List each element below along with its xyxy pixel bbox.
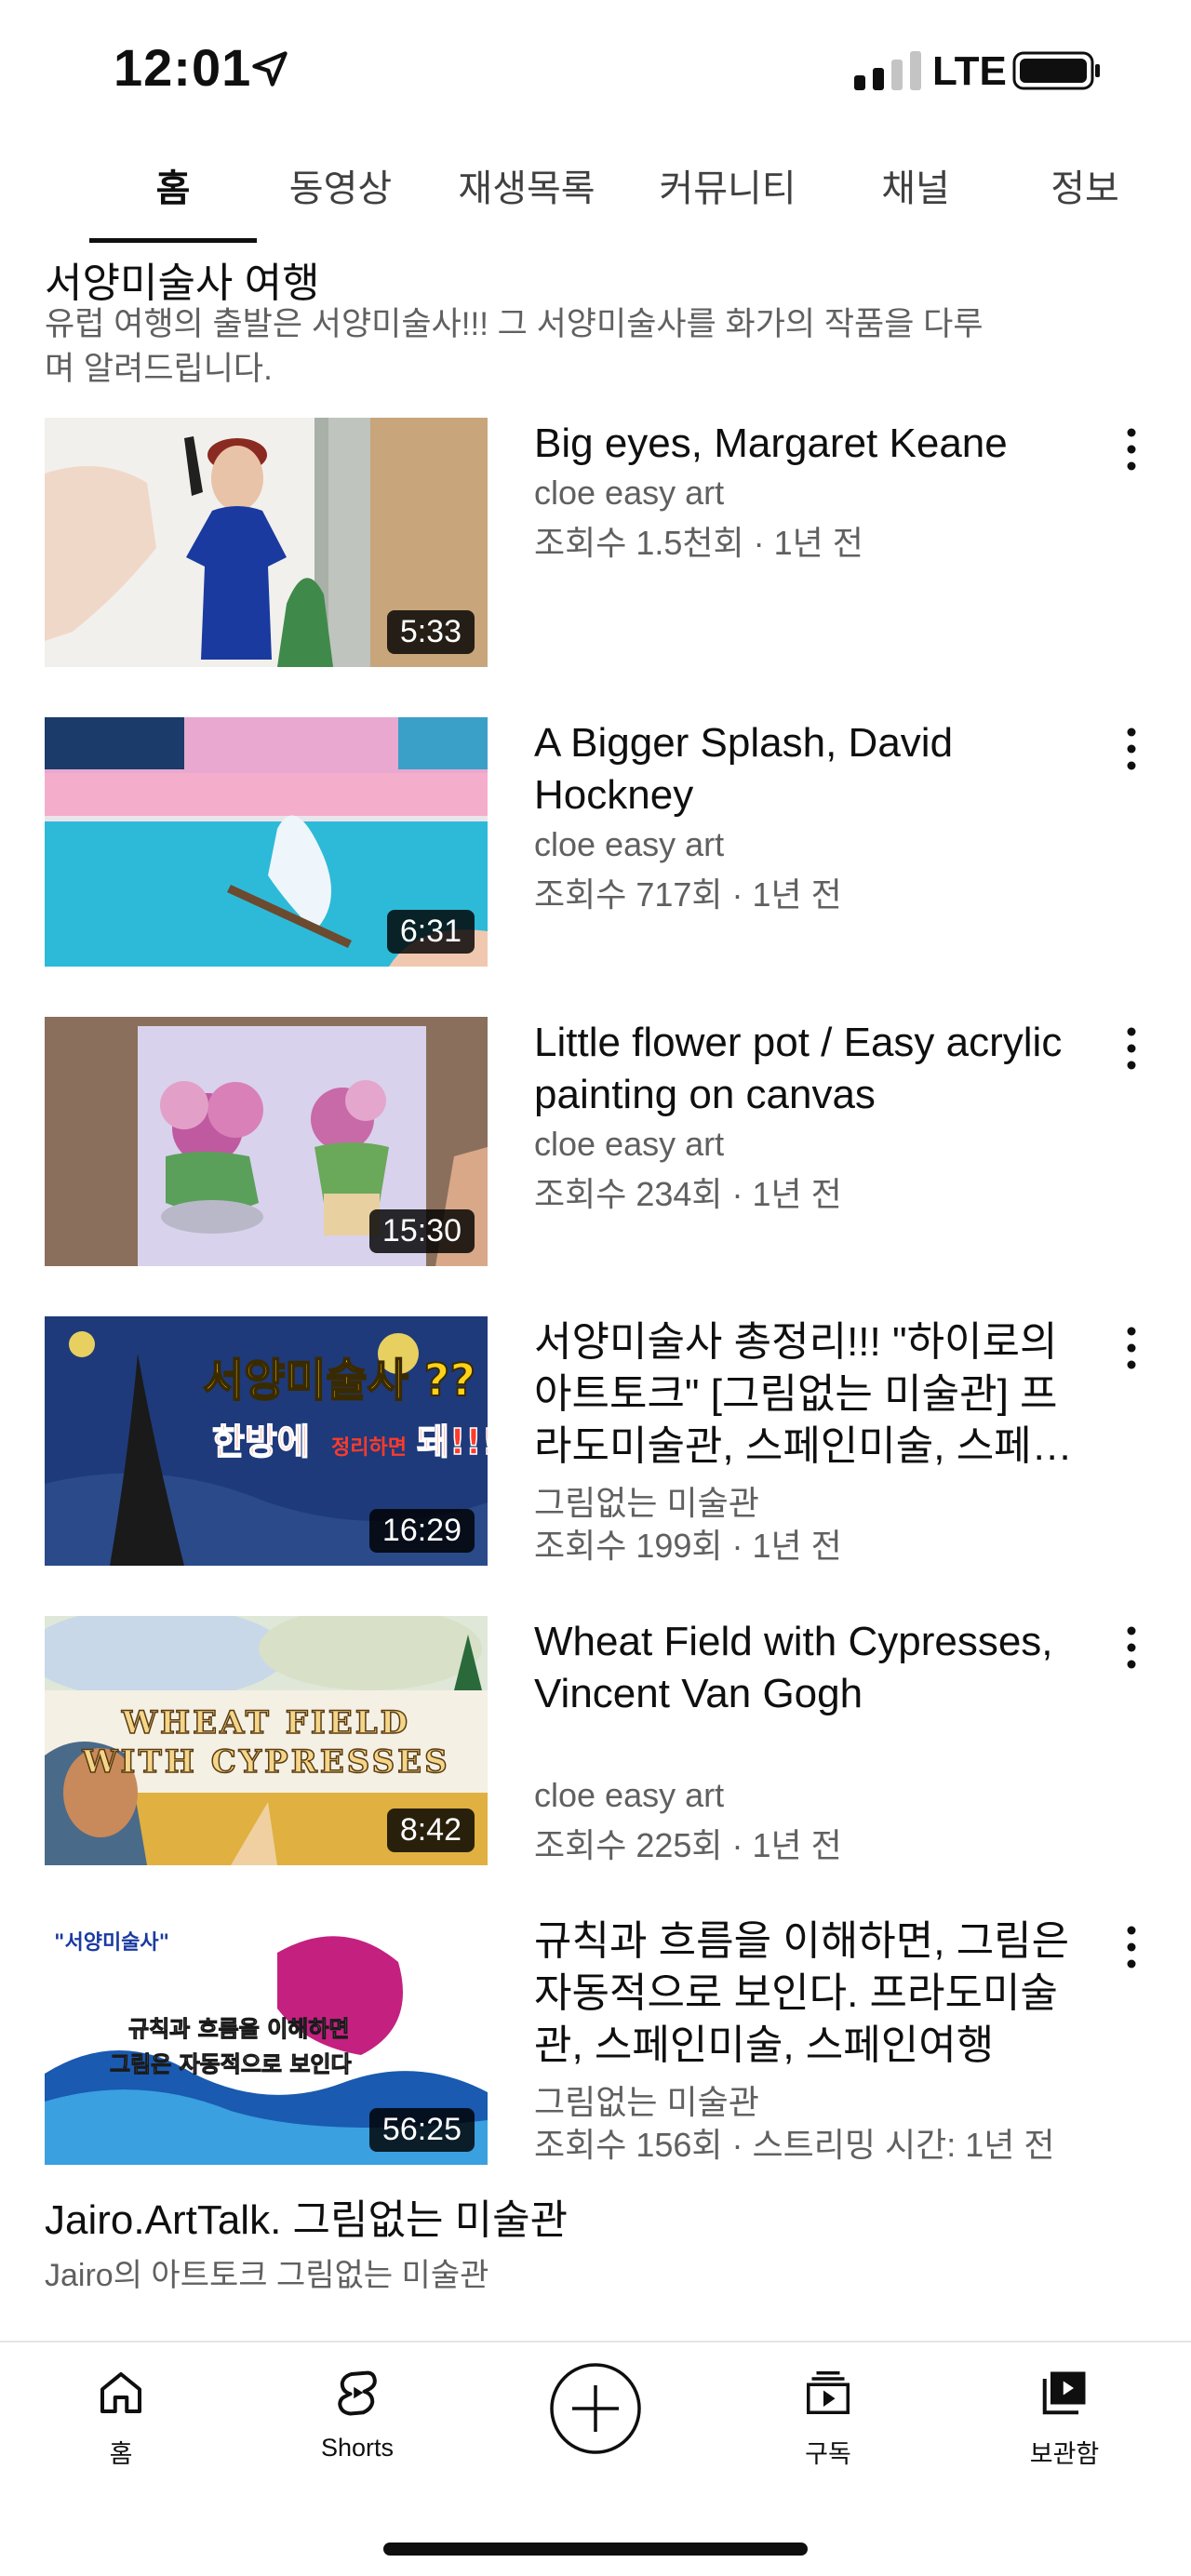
section-title[interactable]: 서양미술사 여행 — [45, 249, 320, 309]
video-channel: cloe easy art — [534, 474, 725, 512]
video-channel: cloe easy art — [534, 1125, 725, 1163]
active-tab-indicator — [89, 238, 257, 243]
bottom-navigation: 홈 Shorts 구독 보관함 — [0, 2341, 1191, 2576]
more-options-icon[interactable] — [1115, 1622, 1148, 1674]
more-options-icon[interactable] — [1115, 423, 1148, 475]
next-section-title[interactable]: Jairo.ArtTalk. 그림없는 미술관 — [45, 2186, 568, 2246]
video-channel: cloe easy art — [534, 1776, 725, 1814]
video-thumbnail[interactable]: 5:33 — [45, 418, 488, 667]
video-title[interactable]: Big eyes, Margaret Keane — [534, 418, 1102, 470]
thumbnail-caption: 서양미술사 ?? — [203, 1355, 475, 1407]
nav-home[interactable]: 홈 — [28, 2365, 214, 2495]
channel-tabs: 홈 동영상 재생목록 커뮤니티 채널 정보 — [0, 140, 1191, 244]
thumbnail-caption: 정리하면 — [331, 1436, 407, 1460]
nav-library[interactable]: 보관함 — [971, 2365, 1158, 2495]
status-time: 12:01 — [114, 38, 252, 97]
more-options-icon[interactable] — [1115, 723, 1148, 775]
video-title[interactable]: Little flower pot / Easy acrylic paintin… — [534, 1017, 1111, 1121]
video-duration: 15:30 — [368, 1209, 475, 1253]
video-title[interactable]: A Bigger Splash, David Hockney — [534, 717, 1092, 821]
tab-home[interactable]: 홈 — [89, 158, 257, 214]
video-channel: cloe easy art — [534, 825, 725, 863]
video-thumbnail[interactable]: WHEAT FIELD WITH CYPRESSES 8:42 — [45, 1616, 488, 1865]
thumbnail-caption: 규칙과 흐름을 이해하면 — [128, 2016, 350, 2042]
home-icon — [100, 2372, 141, 2413]
more-options-icon[interactable] — [1115, 1322, 1148, 1374]
nav-subscriptions[interactable]: 구독 — [735, 2365, 921, 2495]
home-indicator — [383, 2543, 808, 2556]
create-icon[interactable] — [548, 2361, 643, 2456]
tab-channels[interactable]: 채널 — [860, 158, 971, 214]
tab-playlists[interactable]: 재생목록 — [452, 158, 601, 214]
video-title[interactable]: 규칙과 흐름을 이해하면, 그림은 자동적으로 보인다. 프라도미술관, 스페인… — [534, 1915, 1092, 2072]
nav-label: 구독 — [805, 2440, 851, 2468]
tab-community[interactable]: 커뮤니티 — [653, 158, 802, 214]
cellular-signal-icon — [854, 51, 921, 90]
video-duration: 56:25 — [368, 2108, 475, 2152]
network-type: LTE — [932, 48, 1007, 94]
video-thumbnail[interactable]: 서양미술사 ?? 한방에 정리하면 돼!!! 16:29 — [45, 1316, 488, 1566]
video-item[interactable]: 서양미술사 ?? 한방에 정리하면 돼!!! 16:29 서양미술사 총정리!!… — [45, 1316, 1161, 1569]
nav-shorts[interactable]: Shorts — [264, 2365, 450, 2495]
location-arrow-icon — [252, 51, 288, 87]
nav-label: Shorts — [320, 2434, 395, 2462]
status-bar: 12:01 LTE — [0, 0, 1191, 140]
nav-label: 홈 — [109, 2440, 133, 2468]
video-thumbnail[interactable]: 15:30 — [45, 1017, 488, 1266]
section-description: 유럽 여행의 출발은 서양미술사!!! 그 서양미술사를 화가의 작품을 다루며… — [45, 306, 984, 387]
video-thumbnail[interactable]: 6:31 — [45, 717, 488, 967]
video-meta: 조회수 156회 · 스트리밍 시간: 1년 전 — [534, 2126, 1055, 2164]
video-channel: 그림없는 미술관 — [534, 1484, 759, 1522]
more-options-icon[interactable] — [1115, 1022, 1148, 1074]
video-meta: 조회수 1.5천회 · 1년 전 — [534, 524, 863, 562]
video-meta: 조회수 234회 · 1년 전 — [534, 1175, 842, 1213]
video-duration: 8:42 — [386, 1809, 475, 1852]
thumbnail-caption: 그림은 자동적으로 보인다 — [110, 2051, 352, 2077]
video-item[interactable]: 5:33 Big eyes, Margaret Keane cloe easy … — [45, 418, 1161, 671]
video-item[interactable]: WHEAT FIELD WITH CYPRESSES 8:42 Wheat Fi… — [45, 1616, 1161, 1869]
battery-icon — [1012, 51, 1100, 90]
video-meta: 조회수 717회 · 1년 전 — [534, 875, 842, 914]
thumbnail-caption: WITH CYPRESSES — [81, 1743, 449, 1781]
thumbnail-caption: "서양미술사" — [54, 1931, 169, 1955]
video-item[interactable]: 15:30 Little flower pot / Easy acrylic p… — [45, 1017, 1161, 1270]
video-title[interactable]: Wheat Field with Cypresses, Vincent Van … — [534, 1616, 1092, 1772]
more-options-icon[interactable] — [1115, 1921, 1148, 1973]
next-section-description: Jairo의 아트토크 그림없는 미술관 — [45, 2258, 489, 2293]
subscriptions-icon — [807, 2371, 850, 2414]
video-item[interactable]: 6:31 A Bigger Splash, David Hockney cloe… — [45, 717, 1161, 970]
video-duration: 5:33 — [386, 610, 475, 654]
library-icon — [1042, 2371, 1086, 2415]
tab-videos[interactable]: 동영상 — [275, 158, 406, 214]
nav-label: 보관함 — [1029, 2440, 1100, 2468]
video-channel: 그림없는 미술관 — [534, 2083, 759, 2121]
video-duration: 6:31 — [386, 910, 475, 954]
tab-about[interactable]: 정보 — [1035, 158, 1135, 214]
video-duration: 16:29 — [368, 1509, 475, 1553]
shorts-icon — [338, 2370, 377, 2416]
video-title[interactable]: 서양미술사 총정리!!! "하이로의 아트토크" [그림없는 미술관] 프라도미… — [534, 1316, 1092, 1473]
thumbnail-caption: 돼!!! — [417, 1421, 488, 1462]
video-thumbnail[interactable]: "서양미술사" 규칙과 흐름을 이해하면 그림은 자동적으로 보인다 56:25 — [45, 1915, 488, 2165]
video-meta: 조회수 225회 · 1년 전 — [534, 1826, 842, 1864]
thumbnail-caption: WHEAT FIELD — [121, 1704, 410, 1742]
thumbnail-caption: 한방에 — [212, 1421, 310, 1462]
video-item[interactable]: "서양미술사" 규칙과 흐름을 이해하면 그림은 자동적으로 보인다 56:25… — [45, 1915, 1161, 2169]
video-meta: 조회수 199회 · 1년 전 — [534, 1527, 842, 1565]
